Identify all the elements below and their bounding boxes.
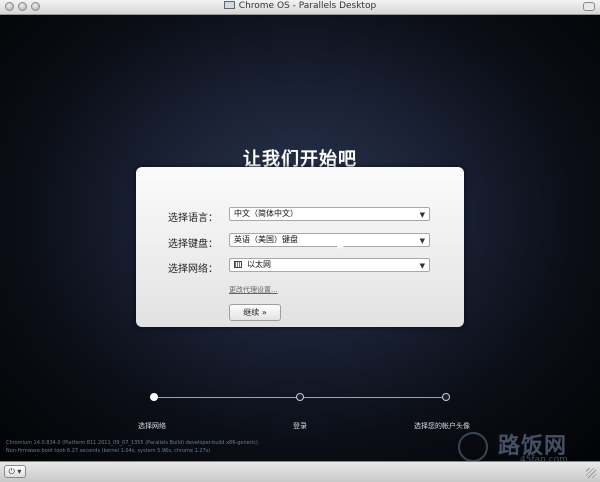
- network-select[interactable]: 以太网 ▼: [229, 258, 430, 272]
- language-select[interactable]: 中文（简体中文） ▼: [229, 207, 430, 221]
- setup-panel: 选择语言： 中文（简体中文） ▼ 选择键盘： 英语（美国）键盘 ▼ 选择网络： …: [136, 167, 464, 327]
- dropdown-arrow-icon: ▼: [419, 211, 425, 219]
- power-icon: ⏻ ▾: [8, 467, 22, 476]
- step-dot-avatar: [442, 393, 450, 401]
- step-label-avatar: 选择您的帐户头像: [414, 422, 470, 430]
- keyboard-label: 选择键盘：: [168, 239, 218, 250]
- keyboard-row: 选择键盘： 英语（美国）键盘 ▼: [136, 233, 464, 250]
- proxy-settings-link[interactable]: 更改代理设置...: [229, 285, 278, 295]
- step-dot-login: [296, 393, 304, 401]
- watermark-logo-icon: [458, 432, 488, 462]
- window-title: Chrome OS - Parallels Desktop: [0, 1, 600, 11]
- window-title-text: Chrome OS - Parallels Desktop: [238, 1, 377, 11]
- network-row: 选择网络： 以太网 ▼: [136, 258, 464, 275]
- network-label: 选择网络：: [168, 264, 218, 275]
- step-dot-network: [150, 393, 158, 401]
- language-label: 选择语言：: [168, 213, 218, 224]
- language-row: 选择语言： 中文（简体中文） ▼: [136, 207, 464, 224]
- power-menu-button[interactable]: ⏻ ▾: [4, 465, 26, 478]
- network-select-value: 以太网: [247, 260, 271, 269]
- keyboard-select-value: 英语（美国）键盘: [234, 235, 298, 244]
- step-label-network: 选择网络: [138, 422, 166, 430]
- ethernet-icon: [234, 261, 242, 268]
- continue-button[interactable]: 继续 »: [229, 304, 281, 321]
- dropdown-arrow-icon: ▼: [419, 237, 425, 245]
- window-titlebar: Chrome OS - Parallels Desktop: [0, 0, 600, 15]
- version-info: Chromium 14.0.834.0 (Platform 811.2011_0…: [6, 440, 258, 446]
- dropdown-arrow-icon: ▼: [419, 262, 425, 270]
- window-statusbar: ⏻ ▾: [0, 461, 600, 482]
- boot-time-info: Non-firmware boot took 6.27 seconds (ker…: [6, 448, 211, 454]
- parallels-vm-icon: [223, 1, 235, 9]
- keyboard-select[interactable]: 英语（美国）键盘 ▼: [229, 233, 430, 247]
- step-label-login: 登录: [293, 422, 307, 430]
- language-select-value: 中文（简体中文）: [234, 209, 298, 218]
- toolbar-toggle-button[interactable]: [583, 2, 595, 11]
- resize-grip-icon[interactable]: [586, 468, 596, 478]
